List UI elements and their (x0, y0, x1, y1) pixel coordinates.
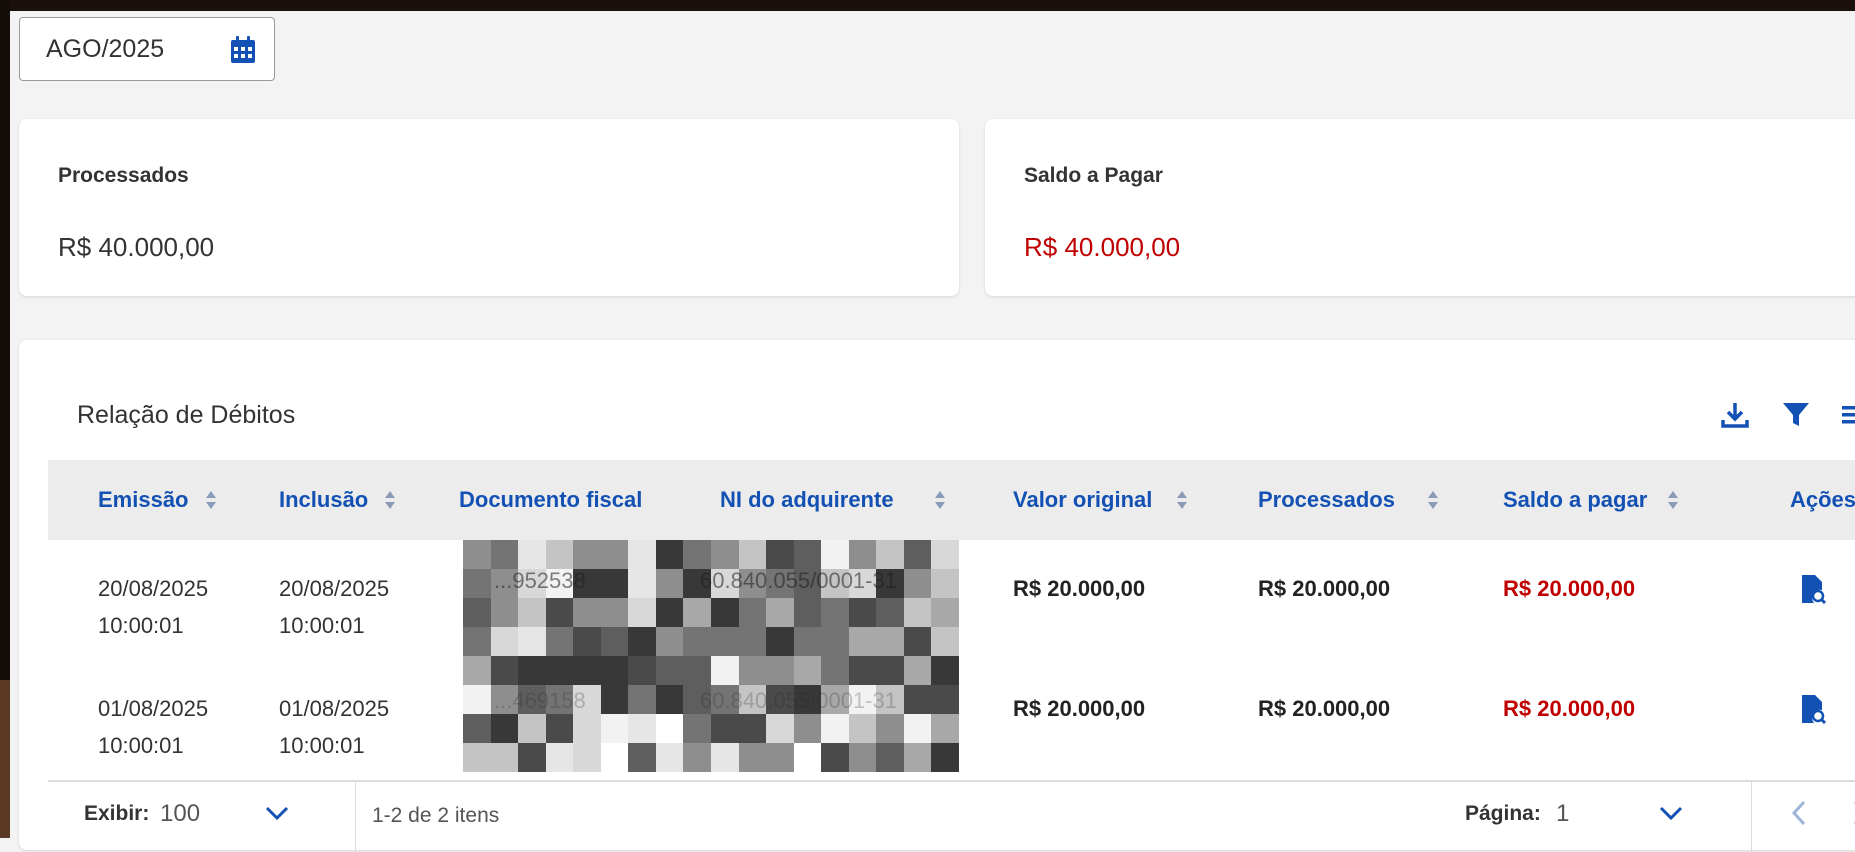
cell-processados: R$ 20.000,00 (1258, 696, 1391, 721)
view-document-icon[interactable] (1800, 694, 1826, 724)
column-label: NI do adquirente (720, 487, 894, 512)
month-selector-value: AGO/2025 (46, 34, 165, 63)
cell-inclusao: 01/08/2025 10:00:01 (279, 696, 390, 758)
cell-documento: ...952538 (494, 568, 586, 593)
column-saldo[interactable]: Saldo a pagar (1503, 460, 1679, 540)
sort-icon[interactable] (1427, 490, 1439, 510)
summary-label: Saldo a Pagar (1024, 164, 1163, 187)
sort-icon[interactable] (934, 490, 946, 510)
cell-valor-original: R$ 20.000,00 (1013, 696, 1146, 721)
summary-label: Processados (58, 164, 189, 187)
panel-title: Relação de Débitos (77, 401, 296, 429)
cell-ni: 60.840.055/0001-31 (700, 568, 897, 593)
exibir-label: Exibir: (84, 802, 150, 825)
column-valor-original[interactable]: Valor original (1013, 460, 1188, 540)
column-label: Ações (1790, 487, 1855, 512)
cell-processados: R$ 20.000,00 (1258, 576, 1391, 601)
sort-icon[interactable] (1176, 490, 1188, 510)
pagination-footer: Exibir: 100 1-2 de 2 itens Página: 1 (48, 781, 1855, 852)
calendar-icon[interactable] (230, 36, 256, 64)
cell-emissao: 20/08/2025 10:00:01 (98, 576, 209, 638)
range-text: 1-2 de 2 itens (372, 804, 500, 827)
window-left-border (0, 0, 10, 838)
column-label: Valor original (1013, 487, 1153, 512)
column-label: Documento fiscal (459, 487, 643, 512)
chevron-right-icon[interactable] (1851, 800, 1855, 826)
window-top-border (0, 0, 1855, 11)
chevron-down-icon[interactable] (264, 804, 290, 822)
cell-inclusao: 20/08/2025 10:00:01 (279, 576, 390, 638)
column-acoes: Ações (1790, 460, 1855, 540)
debits-panel: Relação de Débitos Emissão Inclusão Docu… (19, 340, 1855, 852)
column-ni[interactable]: NI do adquirente (720, 460, 946, 540)
cell-valor-original: R$ 20.000,00 (1013, 576, 1146, 601)
column-processados[interactable]: Processados (1258, 460, 1439, 540)
pagina-label: Página: (1465, 802, 1541, 825)
column-emissao[interactable]: Emissão (98, 460, 217, 540)
chevron-down-icon[interactable] (1658, 804, 1684, 822)
cell-ni: 60.840.055/0001-31 (700, 688, 897, 713)
cell-saldo: R$ 20.000,00 (1503, 576, 1636, 601)
summary-card-processados: Processados R$ 40.000,00 (19, 119, 959, 296)
column-documento[interactable]: Documento fiscal (459, 460, 642, 540)
sort-icon[interactable] (384, 490, 396, 510)
page-size-select[interactable]: 100 (160, 800, 200, 828)
sort-icon[interactable] (1667, 490, 1679, 510)
column-label: Emissão (98, 487, 189, 512)
chevron-left-icon[interactable] (1790, 800, 1808, 826)
cell-emissao: 01/08/2025 10:00:01 (98, 696, 209, 758)
summary-value: R$ 40.000,00 (1024, 232, 1181, 262)
cell-saldo: R$ 20.000,00 (1503, 696, 1636, 721)
filter-icon[interactable] (1781, 400, 1811, 430)
month-selector[interactable]: AGO/2025 (19, 17, 275, 81)
download-icon[interactable] (1720, 400, 1750, 430)
table-header: Emissão Inclusão Documento fiscal NI do … (48, 460, 1855, 540)
column-inclusao[interactable]: Inclusão (279, 460, 396, 540)
column-label: Processados (1258, 487, 1395, 512)
summary-card-saldo: Saldo a Pagar R$ 40.000,00 (985, 119, 1855, 296)
column-label: Inclusão (279, 487, 369, 512)
sort-icon[interactable] (205, 490, 217, 510)
view-document-icon[interactable] (1800, 574, 1826, 604)
column-label: Saldo a pagar (1503, 487, 1648, 512)
cell-documento: ...469158 (494, 688, 586, 713)
more-icon[interactable] (1842, 400, 1855, 430)
page-select[interactable]: 1 (1556, 800, 1569, 828)
summary-value: R$ 40.000,00 (58, 232, 215, 262)
